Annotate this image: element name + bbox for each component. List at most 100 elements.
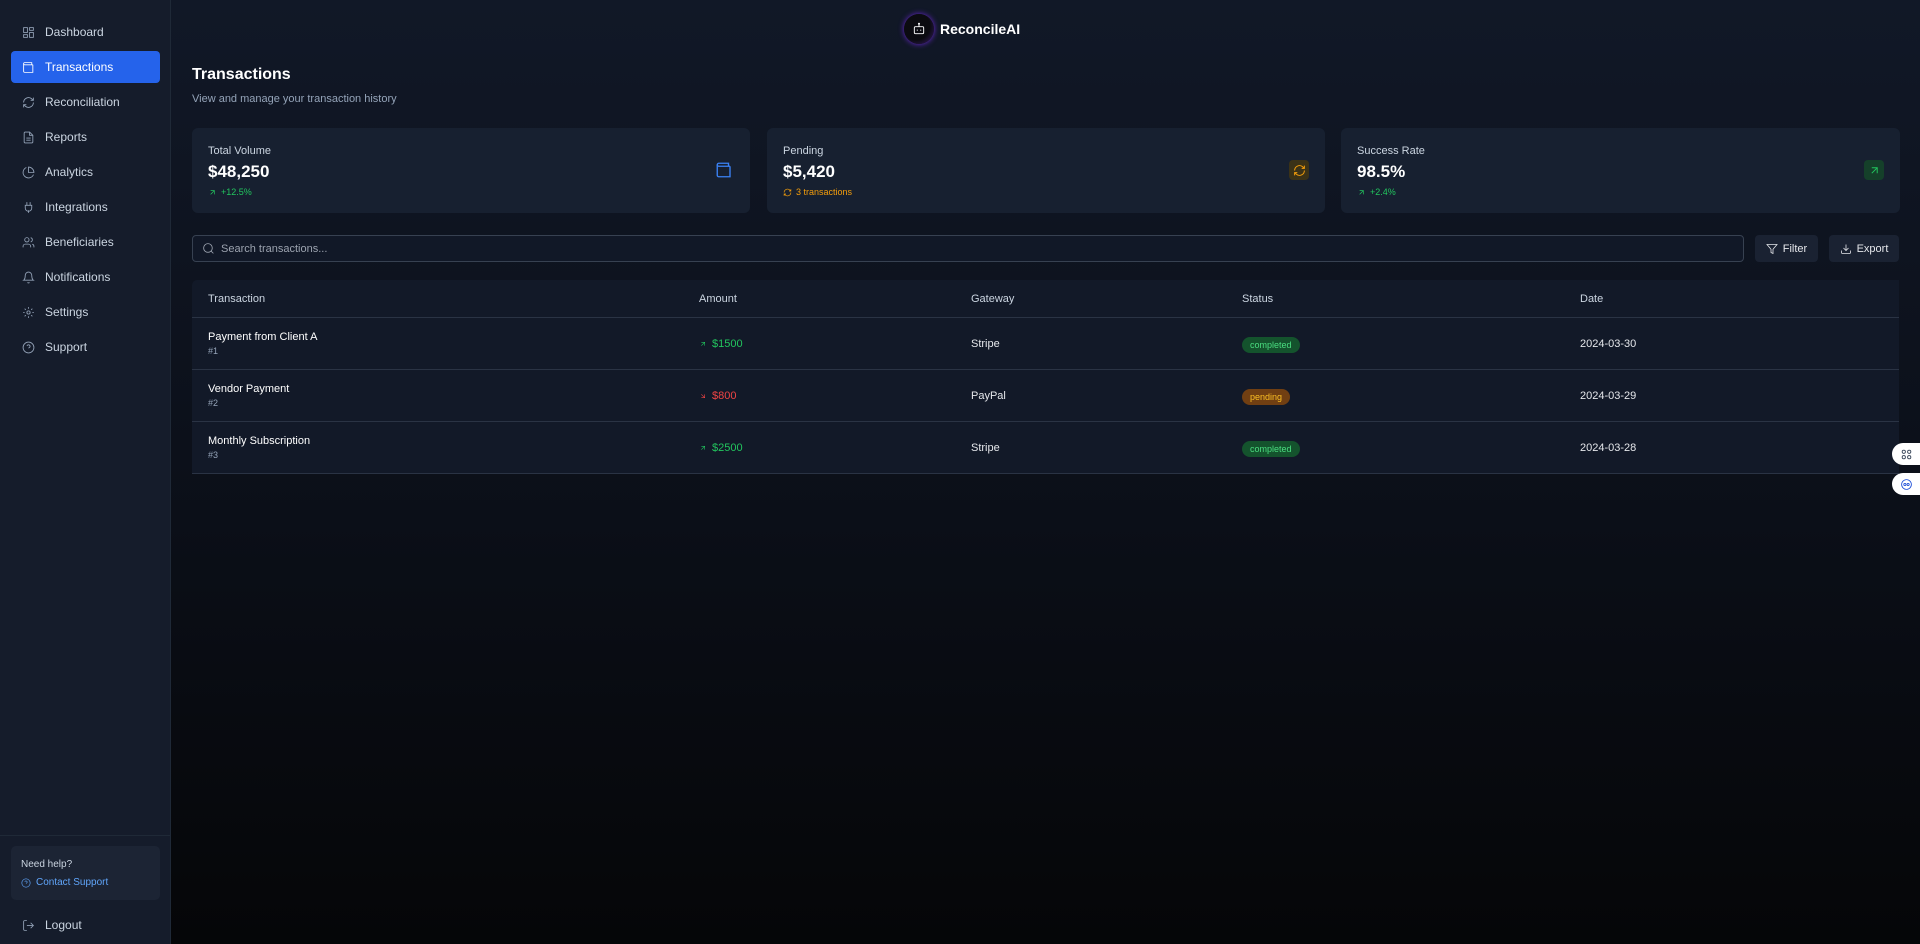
stat-value: $48,250	[208, 162, 270, 181]
sidebar-item-integrations[interactable]: Integrations	[11, 191, 160, 223]
table-row[interactable]: Vendor Payment #2 $800 PayPal pending 2024-03…	[192, 370, 1899, 422]
arrow-up-right-icon	[701, 445, 705, 450]
logout-button[interactable]: Logout	[22, 918, 82, 932]
refresh-icon	[783, 188, 792, 196]
stat-change-text: +2.4%	[1370, 187, 1396, 197]
stat-card-success-rate: Success Rate 98.5% +2.4%	[1341, 128, 1900, 213]
status-cell: completed	[1242, 439, 1580, 457]
stat-change: +2.4%	[1357, 187, 1884, 197]
export-label: Export	[1856, 242, 1889, 255]
sidebar-item-label: Reports	[45, 130, 88, 144]
status-badge: pending	[1242, 388, 1291, 405]
sidebar-item-support[interactable]: Support	[11, 331, 160, 363]
sidebar-item-beneficiaries[interactable]: Beneficiaries	[11, 226, 160, 258]
gateway-cell: PayPal	[971, 389, 1006, 402]
sidebar-item-label: Reconciliation	[45, 95, 120, 109]
gateway-cell: Stripe	[971, 337, 1000, 350]
gateway-cell: Stripe	[971, 441, 1000, 454]
arrow-up-right-icon	[210, 189, 215, 195]
transaction-name: Monthly Subscription	[208, 435, 311, 447]
transaction-name: Vendor Payment	[208, 383, 290, 395]
search-input[interactable]	[221, 242, 1721, 255]
transactions-table: Transaction Amount Gateway Status Date P…	[192, 280, 1899, 474]
plug-icon	[22, 201, 35, 214]
help-title: Need help?	[21, 859, 73, 870]
date-cell: 2024-03-28	[1580, 441, 1637, 454]
dashboard-icon	[22, 26, 35, 39]
date-cell: 2024-03-30	[1580, 337, 1637, 350]
search-icon	[203, 243, 214, 254]
search-box[interactable]	[192, 235, 1744, 262]
brand-name: ReconcileAI	[940, 21, 1021, 37]
stat-card-total-volume: Total Volume $48,250 +12.5%	[192, 128, 750, 213]
help-circle-icon	[22, 341, 35, 354]
arrow-down-right-icon	[701, 393, 705, 398]
filter-label: Filter	[1782, 242, 1808, 255]
sidebar-item-label: Settings	[45, 305, 89, 319]
assistant-icon[interactable]	[1892, 473, 1920, 495]
stat-change: +12.5%	[208, 187, 734, 197]
sidebar-item-label: Analytics	[45, 165, 94, 179]
sidebar-item-notifications[interactable]: Notifications	[11, 261, 160, 293]
brand[interactable]: ReconcileAI	[904, 14, 1020, 44]
sidebar-item-label: Beneficiaries	[45, 235, 114, 249]
stat-change: 3 transactions	[783, 187, 1309, 197]
sidebar-item-label: Notifications	[45, 270, 111, 284]
amount-value: $2500	[712, 441, 743, 454]
filter-button[interactable]: Filter	[1755, 235, 1818, 262]
amount-value: $1500	[712, 337, 743, 350]
table-row[interactable]: Payment from Client A #1 $1500 Stripe comple…	[192, 318, 1899, 370]
status-cell: completed	[1242, 335, 1580, 353]
export-button[interactable]: Export	[1829, 235, 1899, 262]
sidebar-divider	[0, 835, 170, 836]
arrow-up-right-icon	[1359, 189, 1364, 195]
logout-label: Logout	[45, 918, 82, 932]
sidebar-item-label: Support	[45, 340, 88, 354]
sidebar-item-reports[interactable]: Reports	[11, 121, 160, 153]
wallet-icon	[714, 160, 734, 180]
arrow-up-right-icon	[701, 341, 705, 346]
sidebar-item-transactions[interactable]: Transactions	[11, 51, 160, 83]
download-icon	[1840, 244, 1851, 254]
contact-support-label: Contact Support	[36, 877, 109, 888]
stat-card-pending: Pending $5,420 3 transactions	[767, 128, 1325, 213]
transaction-cell: Monthly Subscription #3	[192, 435, 699, 460]
transaction-id: #3	[208, 450, 219, 460]
stat-value: $5,420	[783, 162, 835, 181]
amount-cell: $1500	[699, 338, 971, 350]
file-icon	[22, 131, 35, 144]
amount-cell: $2500	[699, 442, 971, 454]
transaction-id: #2	[208, 398, 219, 408]
table-header: Transaction Amount Gateway Status Date	[192, 280, 1899, 318]
sidebar-item-reconciliation[interactable]: Reconciliation	[11, 86, 160, 118]
grid-icon[interactable]	[1892, 443, 1920, 465]
users-icon	[22, 236, 35, 249]
help-circle-icon	[21, 878, 31, 887]
header-transaction[interactable]: Transaction	[192, 293, 699, 305]
contact-support-link[interactable]: Contact Support	[21, 877, 150, 888]
sidebar-item-settings[interactable]: Settings	[11, 296, 160, 328]
wallet-icon	[22, 61, 35, 74]
header-status[interactable]: Status	[1242, 293, 1580, 305]
transaction-name: Payment from Client A	[208, 331, 318, 343]
status-cell: pending	[1242, 387, 1580, 405]
status-badge: completed	[1242, 336, 1300, 353]
stat-label: Success Rate	[1357, 145, 1425, 157]
header-date[interactable]: Date	[1580, 293, 1880, 305]
arrow-up-right-icon	[1864, 160, 1884, 180]
sidebar: Dashboard Transactions Reconciliation Repor…	[0, 0, 171, 944]
stat-label: Total Volume	[208, 145, 271, 157]
refresh-icon	[22, 96, 35, 109]
header-gateway[interactable]: Gateway	[971, 293, 1242, 305]
amount-cell: $800	[699, 390, 971, 402]
bell-icon	[22, 271, 35, 284]
stat-change-text: 3 transactions	[796, 187, 853, 197]
sidebar-item-label: Integrations	[45, 200, 108, 214]
robot-icon	[904, 14, 934, 44]
sidebar-item-dashboard[interactable]: Dashboard	[11, 16, 160, 48]
header-amount[interactable]: Amount	[699, 293, 971, 305]
table-row[interactable]: Monthly Subscription #3 $2500 Stripe complet…	[192, 422, 1899, 474]
date-cell: 2024-03-29	[1580, 389, 1637, 402]
sidebar-item-label: Transactions	[45, 60, 114, 74]
sidebar-item-analytics[interactable]: Analytics	[11, 156, 160, 188]
